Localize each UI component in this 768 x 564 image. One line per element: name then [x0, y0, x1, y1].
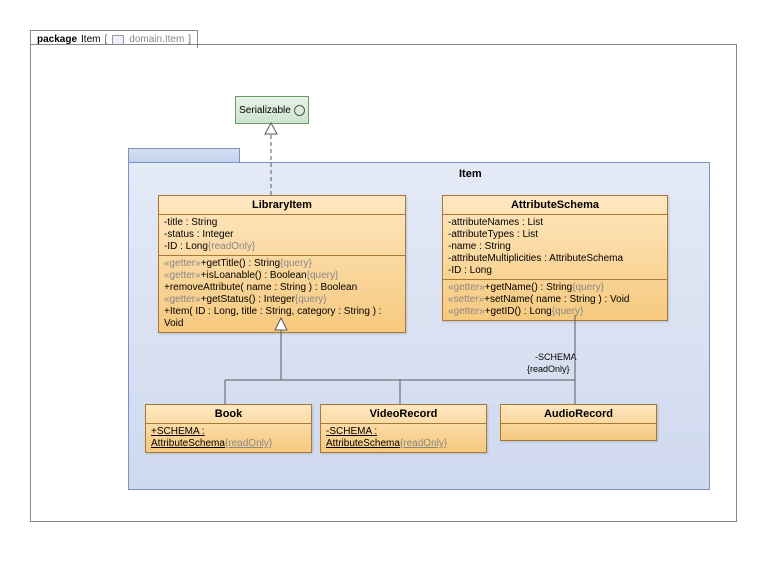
assoc-constraint: {readOnly} [527, 364, 570, 374]
class-audio-record[interactable]: AudioRecord [500, 404, 657, 441]
class-book[interactable]: Book +SCHEMA : AttributeSchema{readOnly} [145, 404, 312, 453]
class-header: AttributeSchema [443, 196, 667, 215]
class-header: AudioRecord [501, 405, 656, 424]
class-video-record[interactable]: VideoRecord -SCHEMA : AttributeSchema{re… [320, 404, 487, 453]
interface-icon [294, 105, 305, 116]
class-header: VideoRecord [321, 405, 486, 424]
inner-package-title: Item [459, 168, 482, 180]
class-header: LibraryItem [159, 196, 405, 215]
class-attrs: -attributeNames : List -attributeTypes :… [443, 215, 667, 280]
inner-package-tab [128, 148, 240, 163]
class-attribute-schema[interactable]: AttributeSchema -attributeNames : List -… [442, 195, 668, 321]
interface-name: Serializable [239, 105, 291, 116]
class-attrs: -SCHEMA : AttributeSchema{readOnly} [321, 424, 486, 452]
package-icon [112, 35, 124, 45]
class-attrs: -title : String -status : Integer -ID : … [159, 215, 405, 256]
class-ops: «getter»+getName() : String{query} «sett… [443, 280, 667, 320]
interface-serializable[interactable]: Serializable [235, 96, 309, 124]
class-library-item[interactable]: LibraryItem -title : String -status : In… [158, 195, 406, 333]
class-attrs: +SCHEMA : AttributeSchema{readOnly} [146, 424, 311, 452]
assoc-end-name: -SCHEMA [535, 352, 577, 362]
class-header: Book [146, 405, 311, 424]
diagram-canvas: package Item [ domain.Item ] Item Serial… [0, 0, 768, 564]
class-attrs [501, 424, 656, 440]
class-ops: «getter»+getTitle() : String{query} «get… [159, 256, 405, 332]
